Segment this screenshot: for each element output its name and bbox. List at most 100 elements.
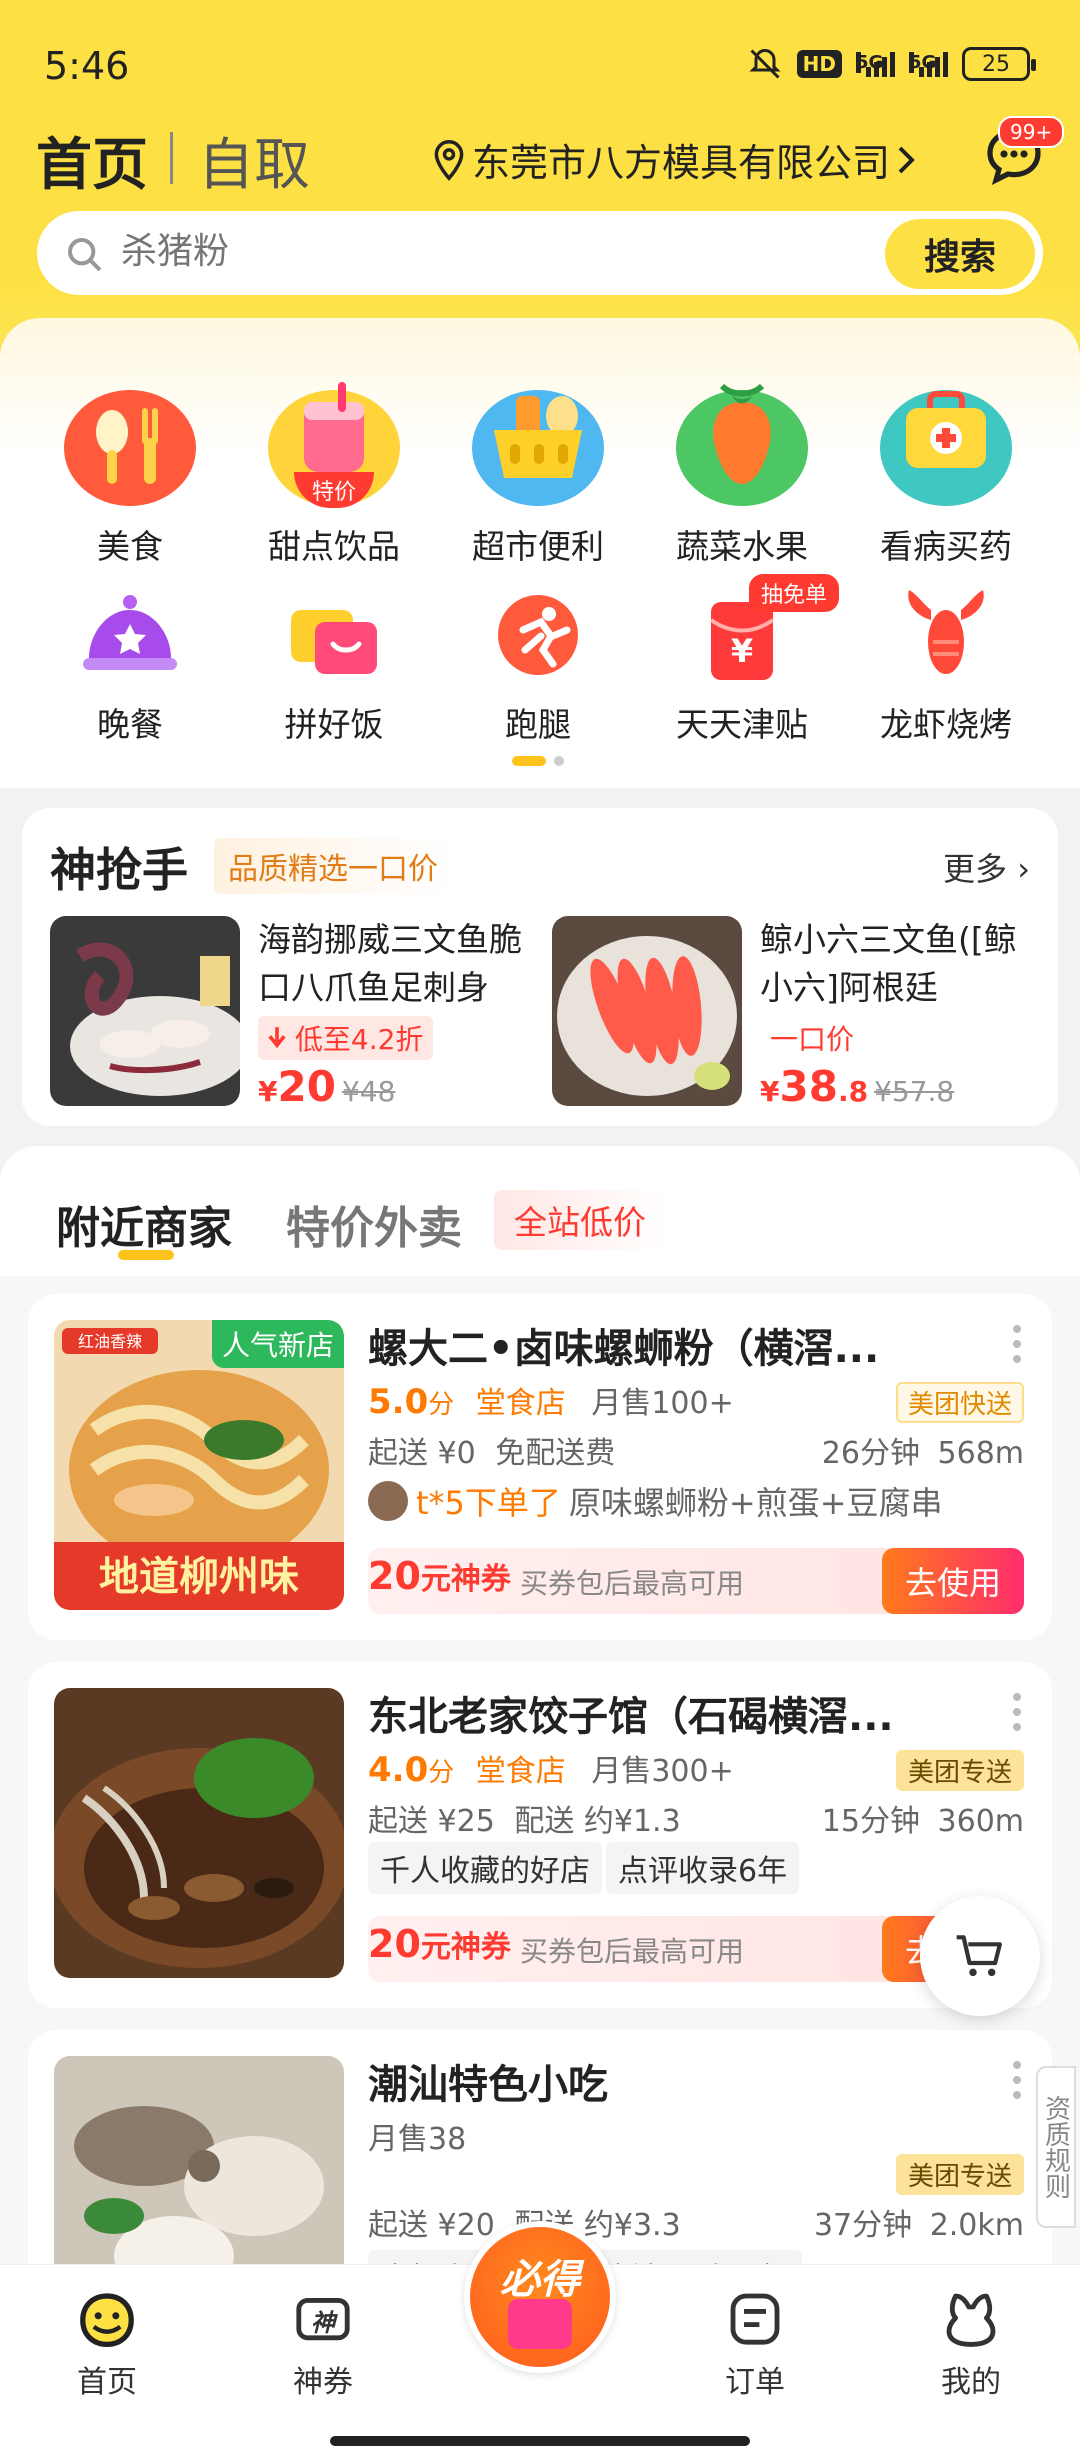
home-icon [80, 2293, 134, 2348]
eta-distance: 26分钟 568m [822, 1428, 1024, 1472]
search-bar[interactable]: 搜索 [34, 208, 1046, 298]
nav-label: 订单 [725, 2365, 785, 2400]
category-food[interactable]: 美食 [30, 372, 230, 568]
fruit-icon [672, 372, 812, 512]
flash-deal-card: 神抢手 品质精选一口价 更多 › 海韵挪威三文鱼脆口八爪鱼足刺身 低至4.2折 … [22, 808, 1058, 1126]
flash-deal-title: 神抢手 [50, 843, 188, 897]
merchant-image [54, 1688, 344, 1978]
distance: 360m [937, 1804, 1024, 1839]
category-label: 龙虾烧烤 [880, 705, 1012, 744]
new-shop-badge: 人气新店 [211, 1320, 344, 1368]
location-selector[interactable]: 东莞市八方模具有限公司 [432, 132, 916, 187]
recent-order: t*5下单了 原味螺蛳粉+煎蛋+豆腐串 [368, 1478, 943, 1524]
category-tag: 抽免单 [749, 574, 840, 612]
deal-image-shrimp [552, 916, 742, 1106]
delivery-fee: 免配送费 [495, 1436, 616, 1471]
bottom-nav: 首页 神 神券 必得 订单 我的 [0, 2221, 1080, 2460]
nav-label: 我的 [941, 2365, 1001, 2400]
merchant-image: 地道柳州味 红油香辣 人气新店 [54, 1320, 344, 1610]
location-text: 东莞市八方模具有限公司 [472, 141, 891, 185]
rating-value: 4.0 [368, 1750, 429, 1790]
lowest-price-tag[interactable]: 全站低价 [494, 1190, 666, 1250]
cart-icon [956, 1935, 1002, 1977]
search-button[interactable]: 搜索 [885, 219, 1035, 289]
tab-home[interactable]: 首页 [36, 120, 148, 201]
category-lobster-bbq[interactable]: 龙虾烧烤 [846, 580, 1046, 746]
category-supermarket[interactable]: 超市便利 [438, 372, 638, 568]
tab-nearby[interactable]: 附近商家 [56, 1192, 232, 1256]
deal-price: ¥20 ¥48 [258, 1062, 395, 1111]
coupon-value: 20 [368, 1554, 421, 1598]
recent-items: 原味螺蛳粉+煎蛋+豆腐串 [568, 1484, 943, 1522]
category-errand[interactable]: 跑腿 [438, 580, 638, 746]
signal-icon: 5G [856, 51, 895, 77]
message-badge: 99+ [998, 116, 1065, 148]
more-options-icon[interactable] [1012, 1692, 1022, 1732]
dinner-bell-icon [75, 580, 185, 690]
category-label: 天天津贴 [676, 705, 808, 744]
delivery-tag: 美团快送 [895, 1382, 1024, 1423]
nav-coupons[interactable]: 神 神券 [248, 2285, 398, 2401]
shopping-basket-icon [468, 372, 608, 512]
drink-cup-icon: 特价 [264, 372, 404, 512]
category-daily-allowance[interactable]: ¥ 抽免单 天天津贴 [642, 574, 842, 746]
category-medicine[interactable]: 看病买药 [846, 372, 1046, 568]
svg-text:神: 神 [311, 2309, 339, 2337]
min-order: 起送 ¥25 [368, 1804, 495, 1839]
eta-distance: 15分钟 360m [822, 1796, 1024, 1840]
category-dessert-drinks[interactable]: 特价 甜点饮品 [234, 372, 434, 568]
category-label: 跑腿 [505, 705, 571, 744]
hd-indicator: HD [796, 50, 842, 78]
nav-profile[interactable]: 我的 [896, 2285, 1046, 2401]
category-dinner[interactable]: 晚餐 [30, 580, 230, 746]
profile-icon [946, 2293, 996, 2347]
more-options-icon[interactable] [1012, 2060, 1022, 2100]
cart-button[interactable] [920, 1896, 1040, 2016]
tab-discount-delivery[interactable]: 特价外卖 [286, 1192, 462, 1256]
tab-divider [170, 132, 173, 184]
deal-tag-text: 低至4.2折 [294, 1023, 424, 1056]
delivery-tag: 美团专送 [895, 2154, 1024, 2195]
merchant-card[interactable]: 地道柳州味 红油香辣 人气新店 螺大二•卤味螺蛳粉（横滘... 5.0分 堂食店 … [28, 1294, 1052, 1640]
more-label: 更多 [943, 850, 1008, 888]
monthly-sales: 月售100+ [591, 1386, 734, 1421]
nav-orders[interactable]: 订单 [680, 2285, 830, 2401]
use-coupon-button[interactable]: 去使用 [882, 1548, 1024, 1614]
lobster-icon [891, 580, 1001, 690]
category-label: 蔬菜水果 [676, 527, 808, 566]
header: 首页 自取 东莞市八方模具有限公司 99+ [0, 110, 1080, 200]
list-tabs: 附近商家 特价外卖 全站低价 [0, 1146, 1080, 1276]
category-label: 美食 [97, 527, 163, 566]
tab-pickup[interactable]: 自取 [198, 120, 310, 201]
medicine-box-icon [876, 372, 1016, 512]
category-fruits-veg[interactable]: 蔬菜水果 [642, 372, 842, 568]
nav-lucky-bag[interactable]: 必得 [464, 2221, 616, 2373]
status-time: 5:46 [44, 44, 130, 88]
deal-item[interactable]: 鲸小六三文鱼([鲸小六]阿根廷 一口价 ¥38.8 ¥57.8 [552, 916, 1032, 1111]
deal-name: 鲸小六三文鱼([鲸小六]阿根廷 [760, 920, 1017, 1007]
more-options-icon[interactable] [1012, 1324, 1022, 1364]
dine-in-label: 堂食店 [475, 1754, 566, 1789]
deal-item[interactable]: 海韵挪威三文鱼脆口八爪鱼足刺身 低至4.2折 ¥20 ¥48 [50, 916, 530, 1111]
coupon-unit: 元神券 [420, 1562, 511, 1597]
search-input[interactable] [121, 231, 821, 272]
recent-user: t*5下单了 [416, 1484, 561, 1522]
eta: 26分钟 [821, 1436, 920, 1471]
monthly-sales: 月售300+ [591, 1754, 734, 1789]
qualification-rules-tab[interactable]: 资质规则 [1036, 2066, 1076, 2228]
pager-dot [554, 756, 564, 766]
more-link[interactable]: 更多 › [943, 844, 1030, 890]
chevron-right-icon [898, 146, 915, 173]
coupon-desc: 买券包后最高可用 [520, 1567, 745, 1600]
coupon-amount: 20元神券 [368, 1554, 511, 1598]
deal-discount-tag: 低至4.2折 [258, 1016, 434, 1060]
eta-distance: 37分钟 2.0km [814, 2200, 1024, 2244]
merchant-card[interactable]: 东北老家饺子馆（石碣横滘... 4.0分 堂食店 月售300+ 美团专送 起送 … [28, 1662, 1052, 2008]
nav-home[interactable]: 首页 [32, 2285, 182, 2401]
deal-original-price: ¥48 [341, 1075, 396, 1108]
merchant-rating: 5.0分 [368, 1382, 454, 1422]
price-integer: 38 [779, 1062, 838, 1111]
category-group-meal[interactable]: 拼好饭 [234, 580, 434, 746]
battery-icon: 25 [962, 47, 1036, 81]
group-meal-icon [279, 580, 389, 690]
